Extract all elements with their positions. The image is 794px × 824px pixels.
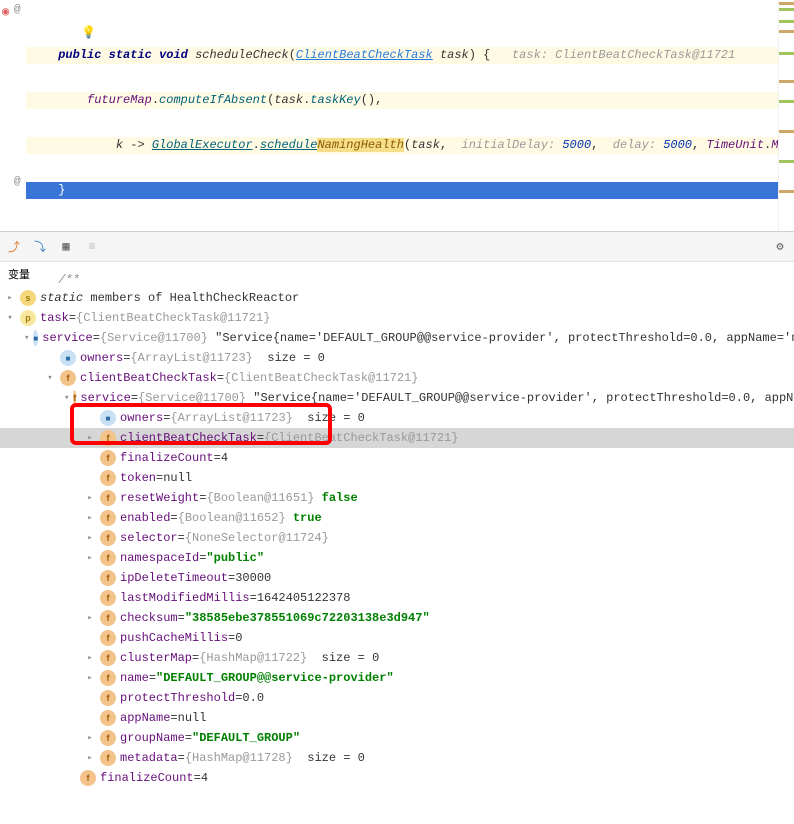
tree-row-service2[interactable]: f service = {Service@11700} "Service{nam…	[0, 388, 794, 408]
field-node-icon: f	[100, 710, 116, 726]
tree-row-name[interactable]: f name = "DEFAULT_GROUP@@service-provide…	[0, 668, 794, 688]
tree-row-lastmod[interactable]: f lastModifiedMillis = 1642405122378	[0, 588, 794, 608]
code-line[interactable]: futureMap.computeIfAbsent(task.taskKey()…	[26, 92, 778, 109]
code-line-blank	[26, 227, 778, 244]
chevron-down-icon[interactable]	[64, 393, 69, 403]
chevron-right-icon[interactable]	[84, 433, 96, 443]
tree-row-pushcache[interactable]: f pushCacheMillis = 0	[0, 628, 794, 648]
tree-row-groupname[interactable]: f groupName = "DEFAULT_GROUP"	[0, 728, 794, 748]
static-node-icon: s	[20, 290, 36, 306]
field-node-icon: f	[100, 670, 116, 686]
editor-gutter: @ ◉ @	[0, 0, 26, 231]
tree-row-appname[interactable]: f appName = null	[0, 708, 794, 728]
tree-row-cbct[interactable]: f clientBeatCheckTask = {ClientBeatCheck…	[0, 368, 794, 388]
field-node-icon: f	[100, 590, 116, 606]
field-node-icon: f	[100, 550, 116, 566]
chevron-down-icon[interactable]	[24, 333, 29, 343]
tree-row-static[interactable]: s static members of HealthCheckReactor	[0, 288, 794, 308]
tree-row-checksum[interactable]: f checksum = "38585ebe378551069c72203138…	[0, 608, 794, 628]
chevron-right-icon[interactable]	[84, 673, 96, 683]
chevron-right-icon[interactable]	[84, 493, 96, 503]
tree-row-protect[interactable]: f protectThreshold = 0.0	[0, 688, 794, 708]
code-area[interactable]: 💡 public static void scheduleCheck(Clien…	[26, 0, 778, 231]
field-node-icon: f	[100, 650, 116, 666]
editor-pane: @ ◉ @ 💡 public static void scheduleCheck…	[0, 0, 794, 232]
tree-row-enabled[interactable]: f enabled = {Boolean@11652} true	[0, 508, 794, 528]
field-node-icon: f	[100, 530, 116, 546]
field-node-icon: f	[100, 430, 116, 446]
object-node-icon	[60, 350, 76, 366]
tree-row-cbct2-selected[interactable]: f clientBeatCheckTask = {ClientBeatCheck…	[0, 428, 794, 448]
object-node-icon	[33, 330, 38, 346]
field-node-icon: f	[100, 730, 116, 746]
breakpoint-icon[interactable]: ◉	[2, 4, 9, 19]
tree-row-owners[interactable]: owners = {ArrayList@11723} size = 0	[0, 348, 794, 368]
chevron-right-icon[interactable]	[84, 553, 96, 563]
field-node-icon: f	[80, 770, 96, 786]
code-line[interactable]: k -> GlobalExecutor.scheduleNamingHealth…	[26, 137, 778, 154]
chevron-right-icon[interactable]	[84, 653, 96, 663]
type-link[interactable]: ClientBeatCheckTask	[296, 48, 433, 62]
tree-row-metadata[interactable]: f metadata = {HashMap@11728} size = 0	[0, 748, 794, 768]
editor-minimap[interactable]	[778, 0, 794, 231]
lightbulb-icon[interactable]: 💡	[81, 25, 96, 40]
chevron-right-icon[interactable]	[4, 293, 16, 303]
tree-row-token[interactable]: f token = null	[0, 468, 794, 488]
type-link[interactable]: GlobalExecutor	[152, 138, 253, 152]
chevron-right-icon[interactable]	[84, 753, 96, 763]
param-node-icon: p	[20, 310, 36, 326]
chevron-right-icon[interactable]	[84, 533, 96, 543]
tree-row-clustermap[interactable]: f clusterMap = {HashMap@11722} size = 0	[0, 648, 794, 668]
tree-row-task[interactable]: p task = {ClientBeatCheckTask@11721}	[0, 308, 794, 328]
field-node-icon: f	[100, 450, 116, 466]
toolbar-icon-1[interactable]: ⤴	[6, 239, 22, 255]
field-node-icon: f	[100, 630, 116, 646]
field-node-icon: f	[100, 490, 116, 506]
chevron-down-icon[interactable]	[4, 313, 16, 323]
field-node-icon: f	[100, 750, 116, 766]
field-node-icon: f	[100, 610, 116, 626]
field-node-icon: f	[100, 510, 116, 526]
tree-row-resetweight[interactable]: f resetWeight = {Boolean@11651} false	[0, 488, 794, 508]
field-node-icon: f	[60, 370, 76, 386]
chevron-down-icon[interactable]	[44, 373, 56, 383]
tree-row-namespaceid[interactable]: f namespaceId = "public"	[0, 548, 794, 568]
gutter-annotation-at: @	[14, 4, 21, 16]
object-node-icon	[100, 410, 116, 426]
tree-row-finalize2[interactable]: f finalizeCount = 4	[0, 768, 794, 788]
chevron-right-icon[interactable]	[84, 733, 96, 743]
field-node-icon: f	[100, 570, 116, 586]
chevron-right-icon[interactable]	[84, 513, 96, 523]
field-node-icon: f	[100, 690, 116, 706]
gutter-annotation-at: @	[14, 176, 21, 188]
tree-row-ipdelete[interactable]: f ipDeleteTimeout = 30000	[0, 568, 794, 588]
code-line[interactable]: public static void scheduleCheck(ClientB…	[26, 47, 778, 64]
field-node-icon: f	[73, 390, 76, 406]
toolbar-icon-4[interactable]: ≡	[84, 239, 100, 255]
tree-row-owners2[interactable]: owners = {ArrayList@11723} size = 0	[0, 408, 794, 428]
tree-row-finalize[interactable]: f finalizeCount = 4	[0, 448, 794, 468]
field-node-icon: f	[100, 470, 116, 486]
variables-tree[interactable]: s static members of HealthCheckReactor p…	[0, 286, 794, 790]
code-line-selected[interactable]: }	[26, 182, 778, 199]
tree-row-selector[interactable]: f selector = {NoneSelector@11724}	[0, 528, 794, 548]
tree-row-service[interactable]: service = {Service@11700} "Service{name=…	[0, 328, 794, 348]
chevron-right-icon[interactable]	[84, 613, 96, 623]
